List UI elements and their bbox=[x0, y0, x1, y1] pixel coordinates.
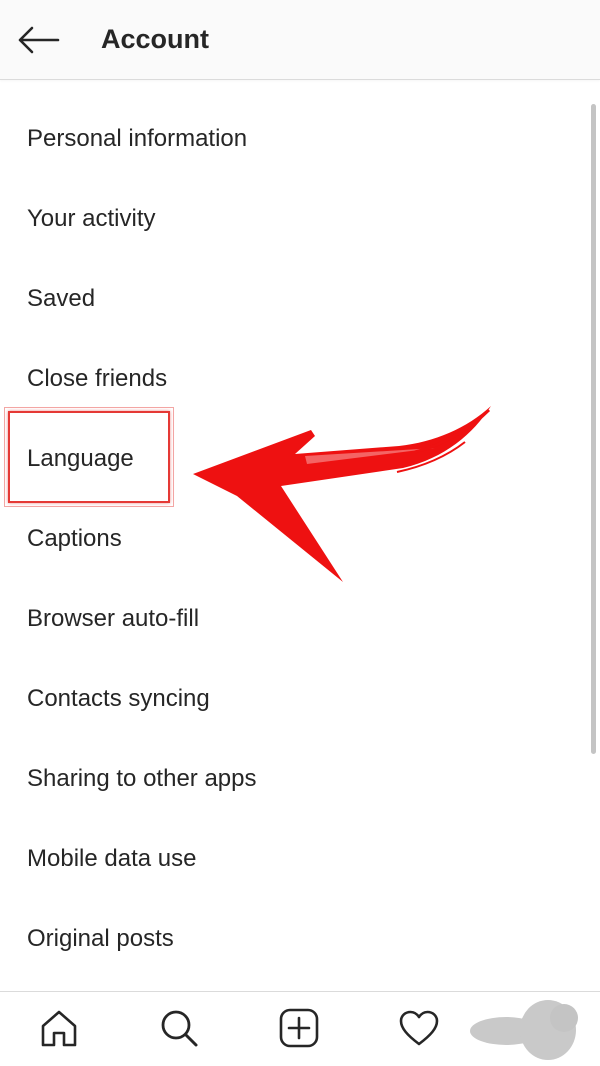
account-menu-list: Personal information Your activity Saved… bbox=[0, 99, 590, 979]
nav-activity-button[interactable] bbox=[395, 1004, 443, 1052]
menu-item-browser-auto-fill[interactable]: Browser auto-fill bbox=[0, 579, 590, 659]
scrollbar-thumb[interactable] bbox=[591, 104, 596, 754]
arrow-left-icon bbox=[18, 26, 60, 54]
menu-item-personal-information[interactable]: Personal information bbox=[0, 99, 590, 179]
menu-item-sharing-to-other-apps[interactable]: Sharing to other apps bbox=[0, 739, 590, 819]
menu-item-mobile-data-use[interactable]: Mobile data use bbox=[0, 819, 590, 899]
menu-item-close-friends[interactable]: Close friends bbox=[0, 339, 590, 419]
search-icon bbox=[161, 1010, 198, 1047]
nav-profile-button[interactable] bbox=[515, 1004, 563, 1052]
home-icon bbox=[41, 1010, 77, 1047]
top-app-bar: Account bbox=[0, 0, 600, 80]
activity-heart-icon bbox=[399, 1010, 439, 1046]
menu-item-language[interactable]: Language bbox=[0, 419, 590, 499]
nav-home-button[interactable] bbox=[35, 1004, 83, 1052]
bottom-navigation-bar bbox=[0, 991, 600, 1066]
menu-item-your-activity[interactable]: Your activity bbox=[0, 179, 590, 259]
nav-search-button[interactable] bbox=[155, 1004, 203, 1052]
new-post-icon bbox=[279, 1008, 319, 1048]
menu-item-contacts-syncing[interactable]: Contacts syncing bbox=[0, 659, 590, 739]
menu-item-captions[interactable]: Captions bbox=[0, 499, 590, 579]
back-button[interactable] bbox=[10, 14, 66, 66]
menu-item-original-posts[interactable]: Original posts bbox=[0, 899, 590, 979]
account-settings-screen: Account Personal information Your activi… bbox=[0, 0, 600, 1066]
nav-new-post-button[interactable] bbox=[275, 1004, 323, 1052]
page-title: Account bbox=[101, 24, 209, 54]
menu-item-saved[interactable]: Saved bbox=[0, 259, 590, 339]
profile-avatar-icon bbox=[519, 1008, 559, 1048]
